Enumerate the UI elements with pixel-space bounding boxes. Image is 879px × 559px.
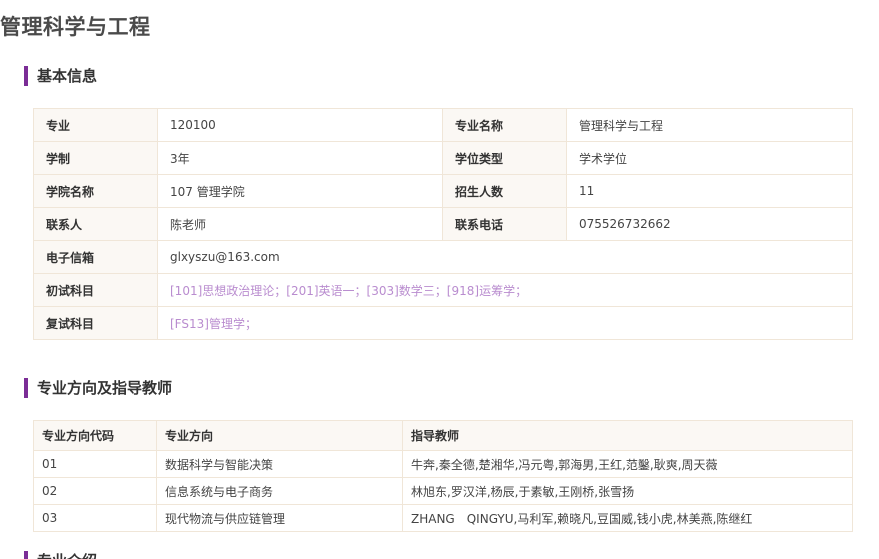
contact-label: 联系人 xyxy=(33,207,158,241)
college-label: 学院名称 xyxy=(33,174,158,208)
table-row: 学院名称 107 管理学院 招生人数 11 xyxy=(33,174,853,208)
table-row: 电子信箱 glxyszu@163.com xyxy=(33,240,853,274)
major-name-label: 专业名称 xyxy=(442,108,567,142)
section-heading-directions: 专业方向及指导教师 xyxy=(24,378,172,398)
section-heading-intro: 专业介绍 xyxy=(24,551,97,559)
email-value: glxyszu@163.com xyxy=(157,240,853,274)
prelim-subjects-label: 初试科目 xyxy=(33,273,158,307)
direction-name: 信息系统与电子商务 xyxy=(156,477,403,505)
direction-code: 02 xyxy=(33,477,157,505)
contact-value: 陈老师 xyxy=(157,207,443,241)
table-row: 专业 120100 专业名称 管理科学与工程 xyxy=(33,108,853,142)
section-heading-basic-info: 基本信息 xyxy=(24,66,97,86)
table-row: 01 数据科学与智能决策 牛奔,秦全德,楚湘华,冯元粤,郭海男,王红,范鑿,耿爽… xyxy=(33,450,853,478)
duration-label: 学制 xyxy=(33,141,158,175)
direction-teachers: ZHANG QINGYU,马利军,赖晓凡,豆国威,钱小虎,林美燕,陈继红 xyxy=(402,504,853,532)
table-header-row: 专业方向代码 专业方向 指导教师 xyxy=(33,420,853,451)
page: 管理科学与工程 基本信息 专业 120100 专业名称 管理科学与工程 学制 3… xyxy=(0,0,879,559)
page-title: 管理科学与工程 xyxy=(0,15,151,39)
phone-value: 075526732662 xyxy=(566,207,853,241)
major-value: 120100 xyxy=(157,108,443,142)
direction-teachers: 林旭东,罗汉洋,杨辰,于素敏,王刚桥,张雪扬 xyxy=(402,477,853,505)
direction-teachers: 牛奔,秦全德,楚湘华,冯元粤,郭海男,王红,范鑿,耿爽,周天薇 xyxy=(402,450,853,478)
direction-code: 01 xyxy=(33,450,157,478)
table-row: 02 信息系统与电子商务 林旭东,罗汉洋,杨辰,于素敏,王刚桥,张雪扬 xyxy=(33,477,853,505)
retest-subjects-link[interactable]: [FS13]管理学； xyxy=(157,306,853,340)
major-name-value: 管理科学与工程 xyxy=(566,108,853,142)
table-row: 03 现代物流与供应链管理 ZHANG QINGYU,马利军,赖晓凡,豆国威,钱… xyxy=(33,504,853,532)
retest-subjects-label: 复试科目 xyxy=(33,306,158,340)
degree-type-label: 学位类型 xyxy=(442,141,567,175)
enroll-value: 11 xyxy=(566,174,853,208)
basic-info-table: 专业 120100 专业名称 管理科学与工程 学制 3年 学位类型 学术学位 学… xyxy=(33,108,853,340)
column-header-teachers: 指导教师 xyxy=(402,420,853,451)
column-header-direction: 专业方向 xyxy=(156,420,403,451)
major-label: 专业 xyxy=(33,108,158,142)
degree-type-value: 学术学位 xyxy=(566,141,853,175)
duration-value: 3年 xyxy=(157,141,443,175)
directions-table: 专业方向代码 专业方向 指导教师 01 数据科学与智能决策 牛奔,秦全德,楚湘华… xyxy=(33,420,853,532)
direction-name: 数据科学与智能决策 xyxy=(156,450,403,478)
enroll-label: 招生人数 xyxy=(442,174,567,208)
table-row: 学制 3年 学位类型 学术学位 xyxy=(33,141,853,175)
table-row: 联系人 陈老师 联系电话 075526732662 xyxy=(33,207,853,241)
direction-code: 03 xyxy=(33,504,157,532)
email-label: 电子信箱 xyxy=(33,240,158,274)
prelim-subjects-link[interactable]: [101]思想政治理论；[201]英语一；[303]数学三；[918]运筹学； xyxy=(157,273,853,307)
column-header-code: 专业方向代码 xyxy=(33,420,157,451)
direction-name: 现代物流与供应链管理 xyxy=(156,504,403,532)
table-row: 复试科目 [FS13]管理学； xyxy=(33,306,853,340)
table-row: 初试科目 [101]思想政治理论；[201]英语一；[303]数学三；[918]… xyxy=(33,273,853,307)
phone-label: 联系电话 xyxy=(442,207,567,241)
college-value: 107 管理学院 xyxy=(157,174,443,208)
